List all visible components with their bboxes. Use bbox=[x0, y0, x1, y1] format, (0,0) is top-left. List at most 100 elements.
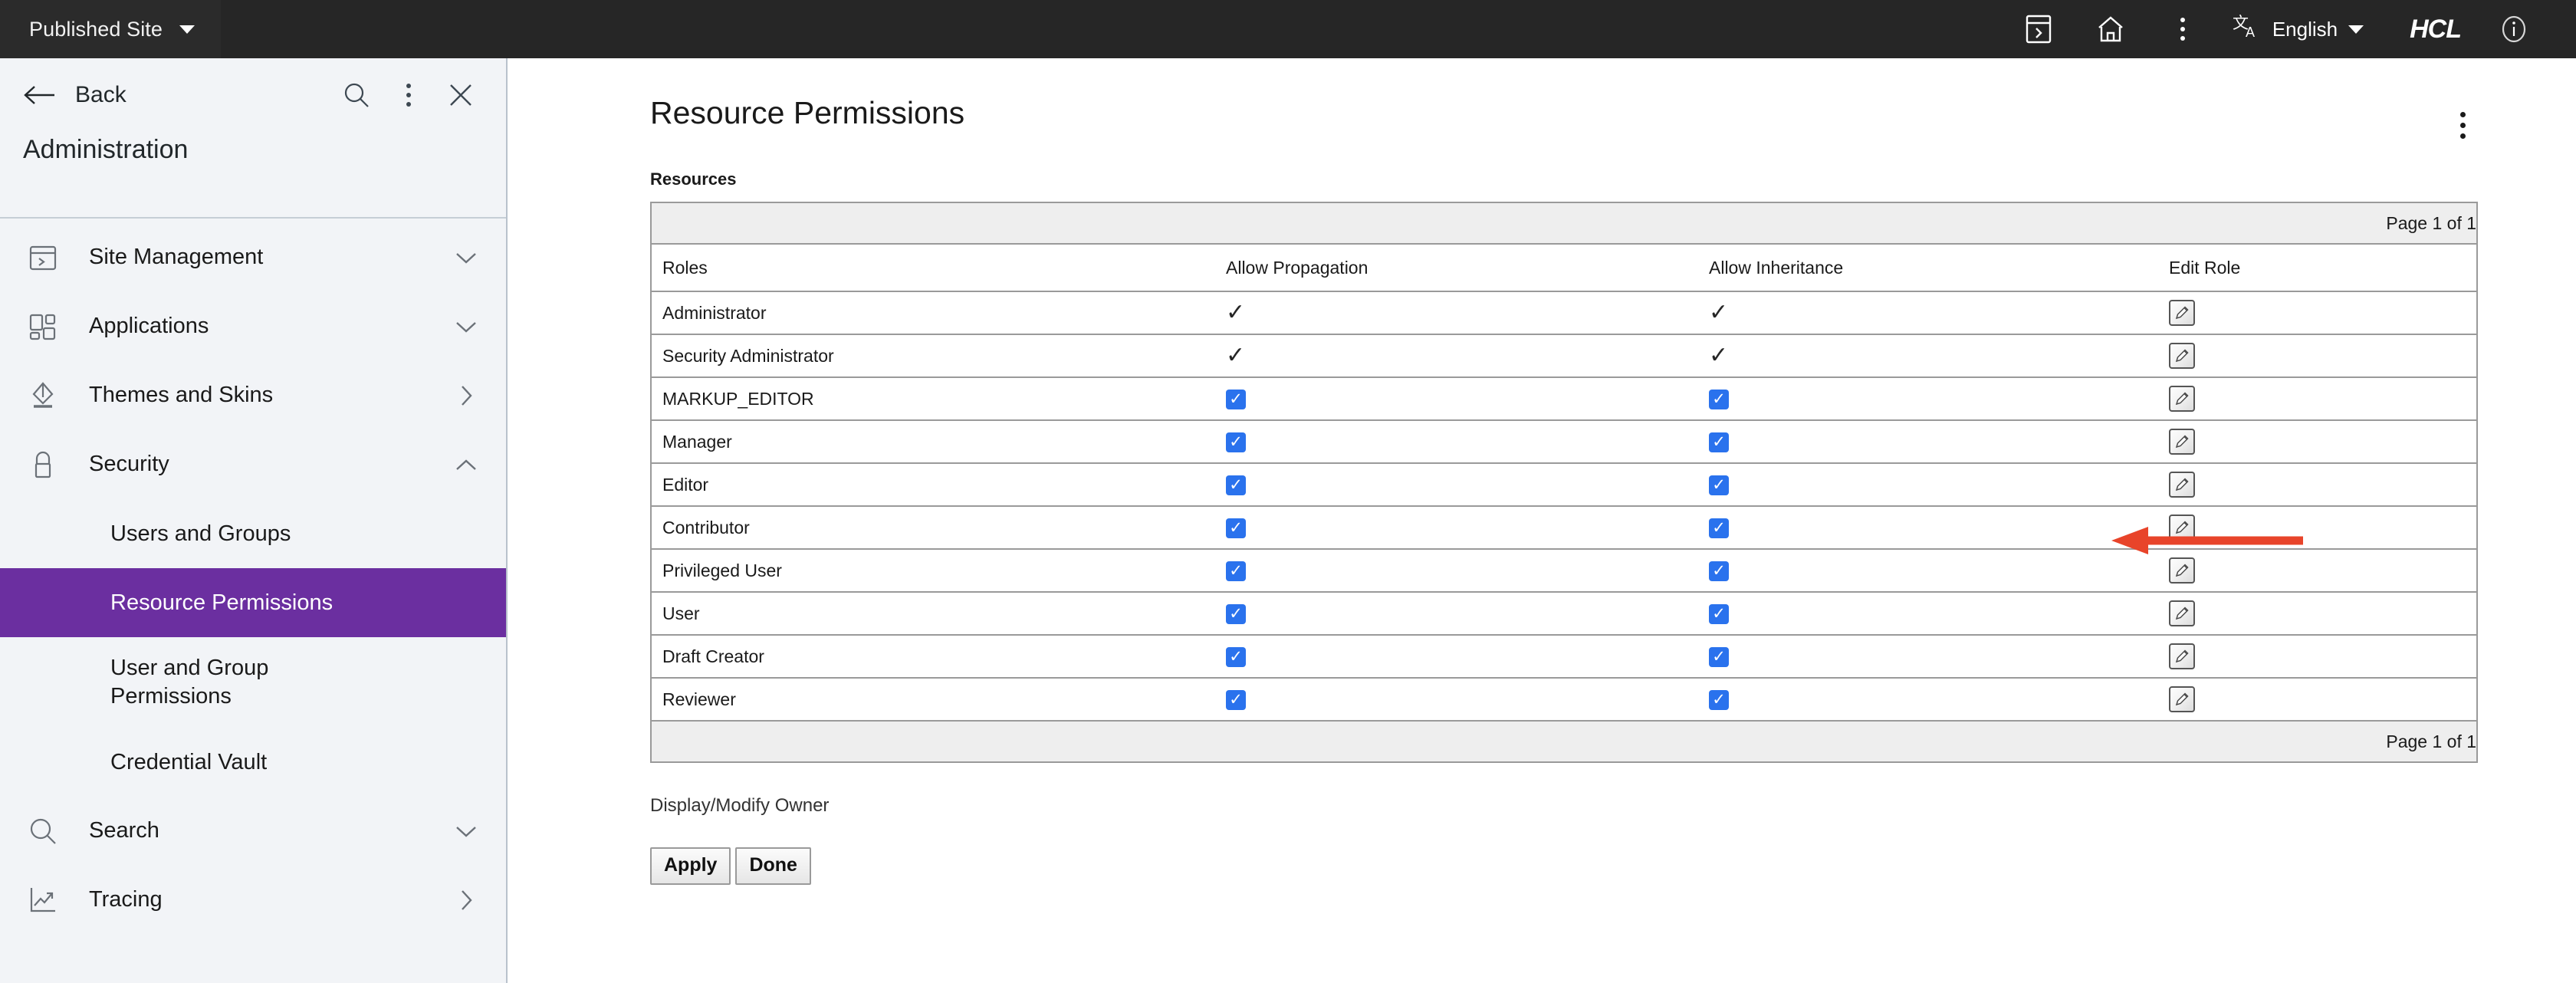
sidebar-item-security[interactable]: Security bbox=[0, 430, 506, 499]
pencil-edit-icon[interactable] bbox=[2169, 386, 2195, 412]
kebab-dots bbox=[406, 84, 411, 107]
checkbox-checked[interactable]: ✓ bbox=[1226, 647, 1246, 667]
pencil-edit-icon[interactable] bbox=[2169, 300, 2195, 326]
page-title: Administration bbox=[0, 132, 506, 165]
checkbox-checked[interactable]: ✓ bbox=[1709, 390, 1729, 409]
pencil-edit-icon[interactable] bbox=[2169, 643, 2195, 669]
sidebar-item-credential-vault[interactable]: Credential Vault bbox=[0, 728, 506, 797]
allow-inheritance-cell: ✓ bbox=[1709, 420, 2169, 463]
language-selector[interactable]: 文 A English bbox=[2219, 0, 2379, 58]
checkbox-checked[interactable]: ✓ bbox=[1709, 475, 1729, 495]
chevron-down-icon[interactable] bbox=[451, 816, 481, 847]
allow-propagation-cell: ✓ bbox=[1226, 463, 1709, 506]
done-button[interactable]: Done bbox=[735, 847, 811, 885]
language-label: English bbox=[2272, 18, 2338, 41]
chevron-down-icon[interactable] bbox=[451, 311, 481, 342]
sidebar-item-label: Resource Permissions bbox=[110, 589, 333, 617]
allow-propagation-cell: ✓ bbox=[1226, 592, 1709, 635]
search-icon[interactable] bbox=[334, 73, 379, 117]
chevron-right-icon[interactable] bbox=[451, 885, 481, 916]
checkbox-checked[interactable]: ✓ bbox=[1709, 432, 1729, 452]
allow-inheritance-cell: ✓ bbox=[1709, 377, 2169, 420]
sidebar-item-search[interactable]: Search bbox=[0, 797, 506, 866]
sidebar-item-site-management[interactable]: Site Management bbox=[0, 223, 506, 292]
browser-window-icon bbox=[23, 238, 63, 278]
pencil-edit-icon[interactable] bbox=[2169, 429, 2195, 455]
allow-inheritance-cell: ✓ bbox=[1709, 549, 2169, 592]
pencil-edit-icon[interactable] bbox=[2169, 515, 2195, 541]
allow-propagation-cell: ✓ bbox=[1226, 420, 1709, 463]
checkbox-checked[interactable]: ✓ bbox=[1226, 561, 1246, 581]
search-icon bbox=[23, 811, 63, 851]
chevron-down-icon[interactable] bbox=[451, 242, 481, 273]
close-icon[interactable] bbox=[439, 73, 483, 117]
kebab-menu-icon[interactable] bbox=[2450, 106, 2476, 145]
allow-inheritance-cell: ✓ bbox=[1709, 592, 2169, 635]
chevron-right-icon[interactable] bbox=[451, 380, 481, 411]
sidebar-item-label: User and Group Permissions bbox=[110, 654, 340, 710]
section-label: Resources bbox=[509, 145, 2576, 189]
sidebar-item-user-and-group-permissions[interactable]: User and Group Permissions bbox=[0, 637, 506, 728]
role-name: Reviewer bbox=[651, 678, 1226, 721]
checkbox-checked[interactable]: ✓ bbox=[1226, 475, 1246, 495]
home-icon[interactable] bbox=[2075, 0, 2147, 58]
edit-role-cell bbox=[2169, 420, 2477, 463]
svg-text:A: A bbox=[2246, 25, 2255, 40]
sidebar-back-label[interactable]: Back bbox=[75, 82, 127, 108]
arrow-left-icon[interactable] bbox=[21, 77, 58, 113]
table-row: Editor ✓ ✓ bbox=[651, 463, 2477, 506]
sidebar-item-tracing[interactable]: Tracing bbox=[0, 866, 506, 935]
pencil-edit-icon[interactable] bbox=[2169, 343, 2195, 369]
edit-role-cell bbox=[2169, 291, 2477, 334]
role-name: Editor bbox=[651, 463, 1226, 506]
resource-permissions-table: Page 1 of 1 Roles Allow Propagation Allo… bbox=[650, 202, 2478, 763]
pencil-edit-icon[interactable] bbox=[2169, 557, 2195, 584]
sidebar-item-label: Search bbox=[89, 817, 159, 844]
kebab-menu-icon[interactable] bbox=[2147, 0, 2219, 58]
checkbox-checked[interactable]: ✓ bbox=[1226, 432, 1246, 452]
checkbox-checked[interactable]: ✓ bbox=[1226, 690, 1246, 710]
checkbox-checked[interactable]: ✓ bbox=[1709, 690, 1729, 710]
checkbox-checked[interactable]: ✓ bbox=[1709, 647, 1729, 667]
pagination-row-top: Page 1 of 1 bbox=[651, 202, 2477, 244]
translate-icon: 文 A bbox=[2231, 13, 2262, 46]
lock-icon bbox=[23, 445, 63, 485]
pencil-edit-icon[interactable] bbox=[2169, 600, 2195, 626]
checkbox-checked[interactable]: ✓ bbox=[1709, 561, 1729, 581]
apply-button[interactable]: Apply bbox=[650, 847, 731, 885]
pencil-edit-icon[interactable] bbox=[2169, 686, 2195, 712]
column-header-edit-role: Edit Role bbox=[2169, 244, 2477, 291]
chevron-up-icon[interactable] bbox=[451, 449, 481, 480]
edit-role-cell bbox=[2169, 549, 2477, 592]
side-panel-icon[interactable] bbox=[2003, 0, 2075, 58]
allow-inheritance-cell: ✓ bbox=[1709, 678, 2169, 721]
info-circle-icon[interactable] bbox=[2478, 0, 2550, 58]
kebab-menu-icon[interactable] bbox=[386, 73, 431, 117]
checkbox-checked[interactable]: ✓ bbox=[1226, 604, 1246, 624]
checkbox-checked[interactable]: ✓ bbox=[1226, 390, 1246, 409]
role-name: Administrator bbox=[651, 291, 1226, 334]
checkbox-checked[interactable]: ✓ bbox=[1226, 518, 1246, 538]
role-name: Manager bbox=[651, 420, 1226, 463]
sidebar-item-users-and-groups[interactable]: Users and Groups bbox=[0, 499, 506, 568]
edit-role-cell bbox=[2169, 334, 2477, 377]
role-name: Security Administrator bbox=[651, 334, 1226, 377]
role-name: MARKUP_EDITOR bbox=[651, 377, 1226, 420]
pagination-bottom-label: Page 1 of 1 bbox=[651, 721, 2477, 762]
published-site-selector[interactable]: Published Site bbox=[0, 0, 221, 58]
pencil-edit-icon[interactable] bbox=[2169, 472, 2195, 498]
table-row: Privileged User ✓ ✓ bbox=[651, 549, 2477, 592]
sidebar-item-resource-permissions[interactable]: Resource Permissions bbox=[0, 568, 506, 637]
sidebar-item-themes-and-skins[interactable]: Themes and Skins bbox=[0, 361, 506, 430]
pagination-row-bottom: Page 1 of 1 bbox=[651, 721, 2477, 762]
checkbox-checked[interactable]: ✓ bbox=[1709, 604, 1729, 624]
display-modify-owner-link[interactable]: Display/Modify Owner bbox=[509, 763, 2576, 817]
checkbox-checked[interactable]: ✓ bbox=[1709, 518, 1729, 538]
published-site-label: Published Site bbox=[29, 18, 163, 41]
main-header: Resource Permissions bbox=[509, 58, 2576, 145]
table-row: User ✓ ✓ bbox=[651, 592, 2477, 635]
table-row: Administrator ✓ ✓ bbox=[651, 291, 2477, 334]
column-header-allow-inheritance: Allow Inheritance bbox=[1709, 244, 2169, 291]
sidebar-nav: Site Management Applications bbox=[0, 219, 506, 935]
sidebar-item-applications[interactable]: Applications bbox=[0, 292, 506, 361]
